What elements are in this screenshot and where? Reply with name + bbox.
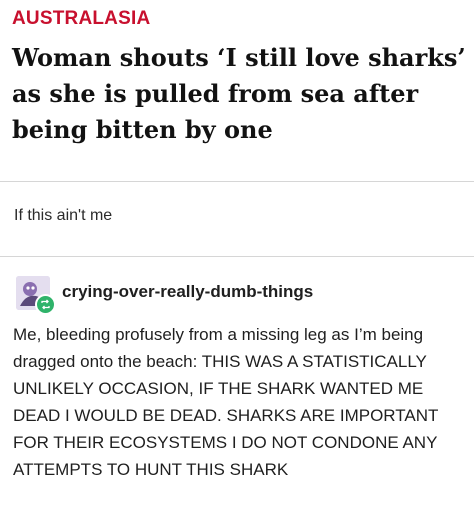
divider (0, 256, 474, 257)
post-caption: If this ain't me (14, 207, 113, 224)
reblog-post-body: Me, bleeding profusely from a missing le… (13, 321, 468, 483)
reblog-username[interactable]: crying-over-really-dumb-things (62, 282, 313, 302)
divider (0, 181, 474, 182)
reblog-text: Me, bleeding profusely from a missing le… (13, 325, 439, 479)
article-headline: Woman shouts ‘I still love sharks’ as sh… (12, 43, 466, 144)
section-label: AUSTRALASIA (12, 8, 151, 29)
reblog-icon (35, 294, 56, 315)
